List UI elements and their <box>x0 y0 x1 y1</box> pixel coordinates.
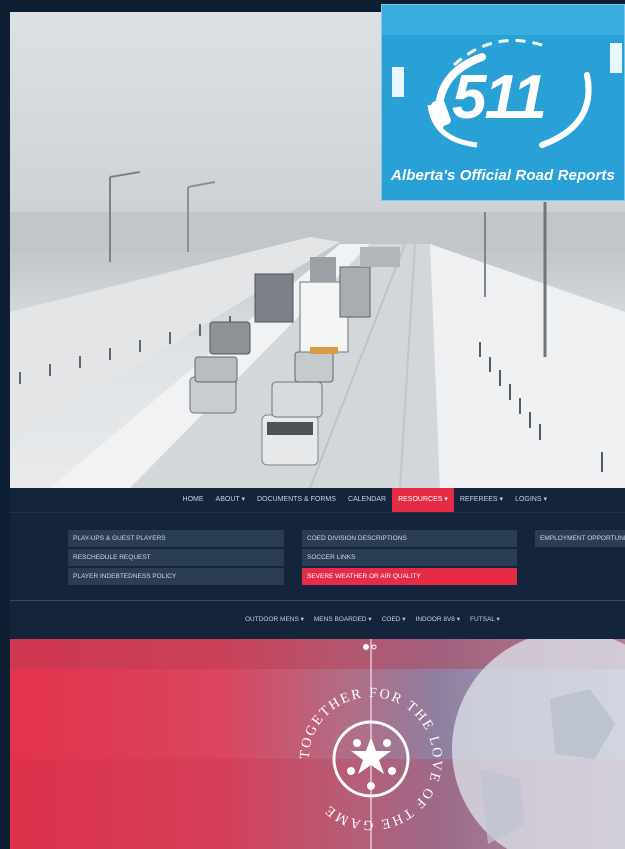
nav-item-resources[interactable]: RESOURCES ▾ <box>392 488 454 512</box>
league-subnav: OUTDOOR MENS ▾ MENS BOARDED ▾ COED ▾ INDOOR… <box>10 601 625 639</box>
subnav-item-mens-boarded[interactable]: MENS BOARDED ▾ <box>309 601 377 639</box>
subnav-item-outdoor-mens[interactable]: OUTDOOR MENS ▾ <box>240 601 309 639</box>
subnav-item-coed[interactable]: COED ▾ <box>377 601 411 639</box>
nav-item-documents-forms[interactable]: DOCUMENTS & FORMS <box>251 488 342 512</box>
nav-item-calendar[interactable]: CALENDAR <box>342 488 392 512</box>
nav-item-logins[interactable]: LOGINS ▾ <box>509 488 553 512</box>
menu-item-severe-weather[interactable]: SEVERE WEATHER OR AIR QUALITY <box>302 568 517 585</box>
nav-item-about[interactable]: ABOUT ▾ <box>210 488 251 512</box>
logo-tagline: Alberta's Official Road Reports <box>391 167 615 184</box>
nav-item-referees[interactable]: REFEREES ▾ <box>454 488 509 512</box>
menu-item-coed-division-descriptions[interactable]: COED DIVISION DESCRIPTIONS <box>302 530 517 547</box>
nav-item-home[interactable]: HOME <box>177 488 210 512</box>
main-nav: HOME ABOUT ▾ DOCUMENTS & FORMS CALENDAR RESO… <box>10 488 625 512</box>
logo-number: 511 <box>452 63 547 132</box>
alberta-511-logo[interactable]: 511 Alberta's Official Road Reports <box>381 4 625 201</box>
menu-item-reschedule-request[interactable]: RESCHEDULE REQUEST <box>68 549 284 566</box>
menu-item-soccer-links[interactable]: SOCCER LINKS <box>302 549 517 566</box>
menu-item-player-indebtedness-policy[interactable]: PLAYER INDEBTEDNESS POLICY <box>68 568 284 585</box>
resources-dropdown-menu: PLAY-UPS & GUEST PLAYERS RESCHEDULE REQU… <box>10 512 625 601</box>
menu-item-play-ups[interactable]: PLAY-UPS & GUEST PLAYERS <box>68 530 284 547</box>
menu-item-employment-opportunities[interactable]: EMPLOYMENT OPPORTUNITIES <box>535 530 625 547</box>
hero-banner: TOGETHER FOR THE LOVE OF THE GAME <box>10 639 625 849</box>
subnav-item-futsal[interactable]: FUTSAL ▾ <box>465 601 505 639</box>
subnav-item-indoor-8v8[interactable]: INDOOR 8V8 ▾ <box>411 601 465 639</box>
